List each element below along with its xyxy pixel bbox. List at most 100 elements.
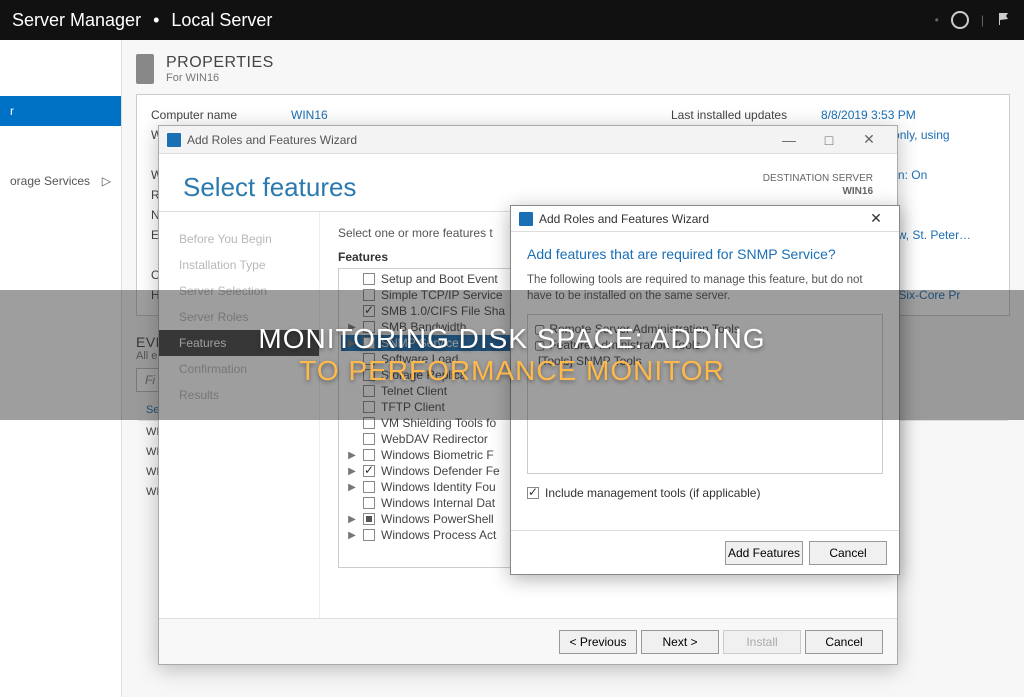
previous-button[interactable]: < Previous (559, 630, 637, 654)
wizard-step-server roles[interactable]: Server Roles (159, 304, 319, 330)
wizard-titlebar[interactable]: Add Roles and Features Wizard — □ ✕ (159, 126, 897, 154)
feature-label: Windows Internal Dat (381, 496, 495, 510)
wizard-step-before you begin[interactable]: Before You Begin (159, 226, 319, 252)
close-button[interactable]: ✕ (849, 131, 889, 148)
maximize-button[interactable]: □ (809, 132, 849, 148)
expand-icon[interactable]: ▶ (347, 514, 357, 525)
properties-sub: For WIN16 (166, 72, 274, 84)
checkbox-icon[interactable] (363, 417, 375, 429)
wizard-step-installation type[interactable]: Installation Type (159, 252, 319, 278)
checkbox-icon[interactable] (363, 529, 375, 541)
feature-label: Windows Process Act (381, 528, 496, 542)
collapse-icon[interactable]: ▢ (534, 338, 545, 352)
expand-icon[interactable]: ▶ (347, 482, 357, 493)
feature-label: Software Load (381, 352, 458, 366)
checkbox-icon[interactable] (363, 353, 375, 365)
checkbox-icon[interactable] (363, 449, 375, 461)
expand-icon[interactable]: ▶ (347, 450, 357, 461)
tree-item[interactable]: ▢ Remote Server Administration Tools (534, 321, 876, 337)
collapse-icon[interactable]: ▢ (534, 322, 545, 336)
include-tools-checkbox[interactable]: Include management tools (if applicable) (527, 486, 883, 500)
checkbox-icon[interactable] (363, 289, 375, 301)
include-tools-label: Include management tools (if applicable) (545, 486, 760, 500)
feature-label: Windows Biometric F (381, 448, 494, 462)
tree-label: [Tools] SNMP Tools (538, 354, 642, 368)
sep: • (935, 13, 939, 27)
wizard-step-server selection[interactable]: Server Selection (159, 278, 319, 304)
prop-label: Last installed updates (671, 108, 821, 122)
close-icon[interactable]: ✕ (861, 210, 891, 227)
flag-icon[interactable] (996, 11, 1012, 30)
wizard-heading: Select features (183, 172, 356, 203)
minimize-button[interactable]: — (769, 132, 809, 148)
feature-label: Windows PowerShell (381, 512, 494, 526)
dialog-app-icon (519, 212, 533, 226)
feature-label: SNMP Service (381, 336, 459, 350)
wizard-step-features[interactable]: Features (159, 330, 319, 356)
feature-label: Storage Replica (381, 368, 466, 382)
checkbox-icon[interactable] (363, 337, 375, 349)
checkbox-icon[interactable] (363, 385, 375, 397)
breadcrumb-sep: • (153, 10, 159, 31)
cancel-button[interactable]: Cancel (805, 630, 883, 654)
dest-label: DESTINATION SERVER (763, 172, 873, 185)
sidebar-item-local-server[interactable]: r (0, 96, 121, 126)
snmp-description: The following tools are required to mana… (527, 272, 883, 304)
tree-item[interactable]: ▢ Feature Administration Tools (534, 337, 876, 353)
sidebar-item-storage[interactable]: orage Services ▷ (0, 166, 121, 196)
checkbox-icon[interactable] (363, 481, 375, 493)
feature-label: Simple TCP/IP Service (381, 288, 503, 302)
expand-icon[interactable]: ▶ (347, 530, 357, 541)
app-title: Server Manager (12, 10, 141, 31)
feature-label: VM Shielding Tools fo (381, 416, 496, 430)
sidebar-label: orage Services (10, 174, 90, 188)
snmp-cancel-button[interactable]: Cancel (809, 541, 887, 565)
properties-heading: PROPERTIES (166, 54, 274, 72)
checkbox-icon[interactable] (363, 433, 375, 445)
snmp-titlebar[interactable]: Add Roles and Features Wizard ✕ (511, 206, 899, 232)
chevron-right-icon: ▷ (102, 174, 111, 188)
feature-label: SMB 1.0/CIFS File Sha (381, 304, 505, 318)
checkbox-icon[interactable] (363, 321, 375, 333)
tree-label: Feature Administration Tools (549, 338, 700, 352)
prop-value[interactable]: WIN16 (291, 108, 328, 122)
checkbox-icon[interactable] (363, 401, 375, 413)
wizard-title: Add Roles and Features Wizard (187, 133, 357, 147)
snmp-dialog: Add Roles and Features Wizard ✕ Add feat… (510, 205, 900, 575)
breadcrumb: Local Server (171, 10, 272, 31)
next-button[interactable]: Next > (641, 630, 719, 654)
feature-label: Setup and Boot Event (381, 272, 498, 286)
property-row: Computer nameWIN16 Last installed update… (151, 105, 995, 125)
feature-label: Windows Defender Fe (381, 464, 500, 478)
refresh-icon[interactable] (951, 11, 969, 29)
tree-item[interactable]: [Tools] SNMP Tools (534, 353, 876, 369)
tools-tree[interactable]: ▢ Remote Server Administration Tools ▢ Feat… (527, 314, 883, 474)
sidebar: r orage Services ▷ (0, 40, 122, 697)
expand-icon[interactable]: ▶ (347, 338, 357, 349)
feature-label: WebDAV Redirector (381, 432, 488, 446)
feature-label: SMB Bandwidth (381, 320, 466, 334)
tree-label: Remote Server Administration Tools (549, 322, 740, 336)
checkbox-icon[interactable] (363, 369, 375, 381)
prop-value[interactable]: 8/8/2019 3:53 PM (821, 108, 916, 122)
checkbox-icon[interactable] (363, 273, 375, 285)
app-titlebar: Server Manager • Local Server • | (0, 0, 1024, 40)
snmp-title: Add Roles and Features Wizard (539, 212, 709, 226)
checkbox-icon[interactable] (363, 465, 375, 477)
wizard-nav: Before You BeginInstallation TypeServer … (159, 212, 319, 631)
expand-icon[interactable]: ▶ (347, 322, 357, 333)
server-icon (136, 54, 154, 84)
checkbox-icon[interactable] (363, 513, 375, 525)
checkbox-icon[interactable] (363, 497, 375, 509)
checkbox-icon[interactable] (363, 305, 375, 317)
feature-label: TFTP Client (381, 400, 445, 414)
feature-label: Windows Identity Fou (381, 480, 496, 494)
dest-value: WIN16 (763, 185, 873, 198)
wizard-app-icon (167, 133, 181, 147)
add-features-button[interactable]: Add Features (725, 541, 803, 565)
expand-icon[interactable]: ▶ (347, 466, 357, 477)
wizard-step-confirmation[interactable]: Confirmation (159, 356, 319, 382)
install-button: Install (723, 630, 801, 654)
sep: | (981, 13, 984, 27)
wizard-step-results[interactable]: Results (159, 382, 319, 408)
